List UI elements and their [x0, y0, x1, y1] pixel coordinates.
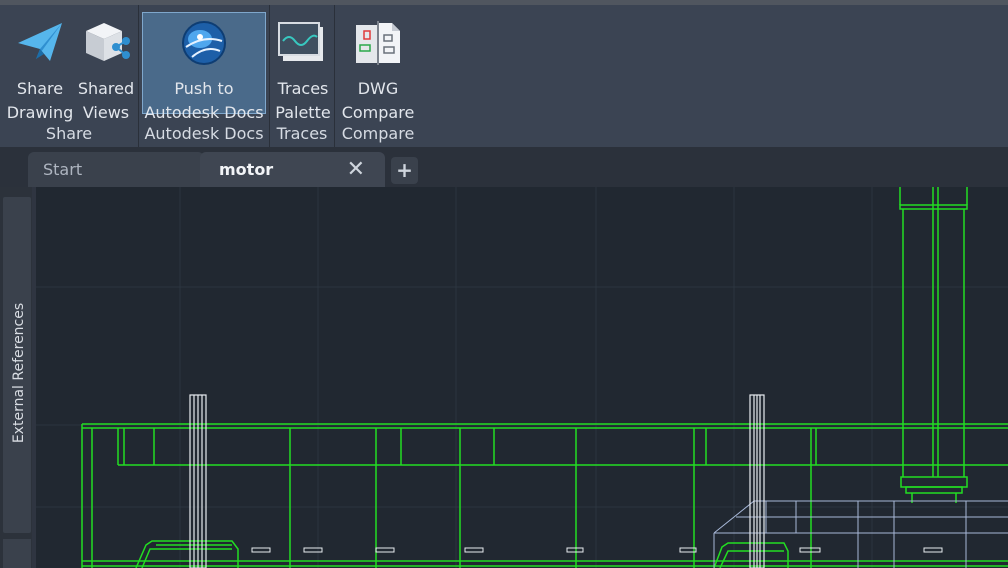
new-tab-button[interactable]: + — [391, 157, 418, 184]
drawing-view — [36, 187, 1008, 568]
vertical-shaft — [899, 187, 968, 503]
drawing-canvas[interactable] — [36, 187, 1008, 568]
file-tab-bar: Start motor ✕ + — [0, 147, 1008, 187]
panel-traces-title[interactable]: Traces — [270, 124, 334, 143]
tab-start-label: Start — [43, 160, 83, 179]
side-palette-strip: External References — [0, 187, 32, 568]
globe-icon — [178, 17, 230, 69]
motor-housing — [81, 423, 1008, 568]
shared-views-button[interactable]: Shared Views — [75, 13, 137, 122]
vertical-bolts — [189, 394, 765, 568]
junction-box — [713, 500, 1008, 568]
share-drawing-label-2: Drawing — [6, 103, 74, 122]
panel-autodesk-docs: Push to Autodesk Docs Autodesk Docs — [139, 5, 270, 147]
panel-share: Share Drawing Shared Views Share — [0, 5, 139, 147]
palette-tab-secondary[interactable] — [3, 539, 31, 568]
dwg-compare-label-2: Compare — [341, 103, 415, 122]
dwg-compare-icon — [352, 17, 404, 69]
push-docs-label-2: Autodesk Docs — [144, 103, 264, 122]
traces-palette-label-1: Traces — [277, 79, 329, 98]
shared-views-label-1: Shared — [77, 79, 135, 98]
bottom-flanges — [135, 540, 789, 568]
push-to-autodesk-docs-button[interactable]: Push to Autodesk Docs — [142, 12, 266, 122]
panel-share-title[interactable]: Share — [0, 124, 138, 143]
paper-plane-icon — [14, 17, 66, 69]
external-references-label: External References — [11, 302, 27, 444]
tab-motor-label: motor — [219, 160, 274, 179]
panel-compare: DWG Compare Compare — [335, 5, 421, 147]
shared-views-label-2: Views — [82, 103, 130, 122]
share-drawing-label-1: Share — [16, 79, 64, 98]
panel-traces: Traces Palette Traces — [270, 5, 335, 147]
ribbon: Share Drawing Shared Views Share Push to… — [0, 0, 1008, 147]
traces-palette-label-2: Palette — [275, 103, 331, 122]
grid-lines — [36, 187, 1008, 568]
shared-views-cube-icon — [80, 17, 132, 69]
panel-autodesk-docs-title[interactable]: Autodesk Docs — [139, 124, 269, 143]
autocad-window: Share Drawing Shared Views Share Push to… — [0, 0, 1008, 568]
dwg-compare-label-1: DWG — [357, 79, 399, 98]
fasteners — [251, 547, 943, 553]
share-drawing-button[interactable]: Share Drawing — [5, 13, 75, 122]
push-docs-label-1: Push to — [174, 79, 234, 98]
panel-compare-title[interactable]: Compare — [335, 124, 421, 143]
traces-palette-button[interactable]: Traces Palette — [272, 13, 334, 122]
traces-palette-icon — [277, 17, 329, 69]
external-references-tab[interactable]: External References — [3, 197, 31, 533]
tab-motor[interactable]: motor ✕ — [200, 152, 385, 187]
tab-start[interactable]: Start — [28, 152, 204, 187]
close-icon[interactable]: ✕ — [347, 152, 365, 187]
dwg-compare-button[interactable]: DWG Compare — [340, 13, 416, 122]
